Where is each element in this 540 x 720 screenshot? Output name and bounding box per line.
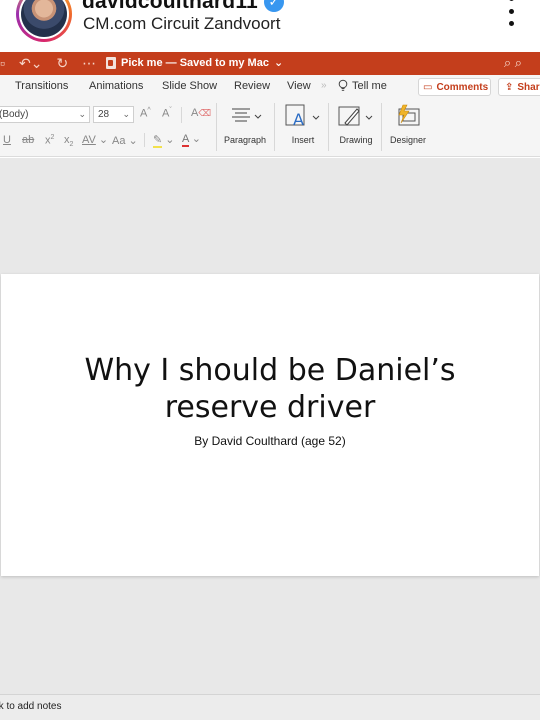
- insert-label: Insert: [291, 135, 315, 145]
- comments-button[interactable]: ▭ Comments: [418, 78, 491, 96]
- app-titlebar: ▫ ↶⌄ ↻ ⋯ Pick me — Saved to my Mac ⌄ ⌕ ⌕: [0, 52, 540, 75]
- story-ring[interactable]: [16, 0, 72, 42]
- powerpoint-doc-icon: [106, 56, 116, 69]
- chevron-down-icon: ⌄: [78, 109, 86, 119]
- lightbulb-icon: [338, 79, 348, 91]
- drawing-pen-icon: [337, 103, 375, 129]
- designer-label: Designer: [390, 135, 427, 145]
- divider: [328, 103, 329, 151]
- designer-button[interactable]: Designer: [390, 103, 426, 145]
- document-title-text: Pick me — Saved to my Mac: [121, 56, 269, 69]
- overflow-chevron-icon[interactable]: »: [321, 80, 327, 91]
- insert-button[interactable]: A Insert: [284, 103, 322, 145]
- save-icon[interactable]: ▫: [0, 55, 5, 72]
- redo-icon[interactable]: ↻: [56, 55, 68, 72]
- comment-icon: ▭: [423, 81, 433, 93]
- ribbon-tabs: Transitions Animations Slide Show Review…: [0, 75, 540, 99]
- notes-placeholder: Click to add notes: [0, 701, 62, 712]
- underline-icon[interactable]: U: [3, 134, 11, 146]
- decrease-font-size-icon[interactable]: Aˇ: [162, 107, 172, 120]
- divider: [274, 103, 275, 151]
- change-case-icon[interactable]: Aa ⌄: [112, 134, 138, 147]
- notes-pane[interactable]: Click to add notes: [0, 694, 540, 720]
- superscript-icon[interactable]: x2: [45, 134, 54, 147]
- undo-icon[interactable]: ↶⌄: [19, 55, 42, 72]
- username-row: davidcoulthard11 ✓: [82, 0, 284, 14]
- document-title[interactable]: Pick me — Saved to my Mac ⌄: [106, 56, 283, 69]
- slide-canvas[interactable]: Why I should be Daniel’s reserve driver …: [0, 158, 540, 694]
- slide-title-line-2: reserve driver: [164, 390, 376, 425]
- character-spacing-icon[interactable]: AV ⌄: [82, 133, 108, 146]
- post-location[interactable]: CM.com Circuit Zandvoort: [83, 14, 280, 34]
- paragraph-align-icon: [228, 103, 262, 129]
- divider: [144, 133, 145, 147]
- more-vertical-icon[interactable]: [504, 0, 518, 26]
- avatar-photo: [21, 0, 67, 37]
- svg-text:A: A: [293, 110, 304, 129]
- tab-slide-show[interactable]: Slide Show: [162, 80, 217, 92]
- paragraph-button[interactable]: Paragraph: [224, 103, 266, 145]
- share-label: Share: [517, 81, 540, 93]
- slide-title[interactable]: Why I should be Daniel’s reserve driver: [1, 352, 539, 426]
- highlight-pen-icon[interactable]: ✎ ⌄: [153, 133, 175, 148]
- drawing-button[interactable]: Drawing: [337, 103, 375, 145]
- divider: [216, 103, 217, 151]
- font-name-value: (Body): [0, 109, 29, 120]
- slide-subtitle[interactable]: By David Coulthard (age 52): [1, 434, 539, 448]
- username[interactable]: davidcoulthard11: [82, 0, 258, 14]
- avatar[interactable]: [19, 0, 69, 39]
- tab-view[interactable]: View: [287, 80, 311, 92]
- paragraph-label: Paragraph: [224, 135, 267, 145]
- search-icon[interactable]: ⌕ ⌕: [504, 55, 522, 71]
- tab-review[interactable]: Review: [234, 80, 270, 92]
- font-color-icon[interactable]: A ⌄: [182, 132, 201, 147]
- comments-label: Comments: [436, 81, 489, 93]
- share-icon: ⇪: [505, 81, 514, 93]
- tell-me-search[interactable]: Tell me: [338, 79, 387, 92]
- slide[interactable]: Why I should be Daniel’s reserve driver …: [1, 274, 539, 576]
- insert-textbox-icon: A: [284, 103, 322, 129]
- ribbon-toolbar: (Body) ⌄ 28 ⌄ A^ Aˇ A⌫ U ab x2 x2 AV ⌄ A…: [0, 99, 540, 157]
- post-header: davidcoulthard11 ✓ CM.com Circuit Zandvo…: [0, 0, 540, 52]
- drawing-label: Drawing: [339, 135, 373, 145]
- clear-formatting-icon[interactable]: A⌫: [191, 107, 211, 119]
- share-button[interactable]: ⇪ Share: [498, 78, 540, 96]
- tab-transitions[interactable]: Transitions: [15, 80, 68, 92]
- tab-animations[interactable]: Animations: [89, 80, 143, 92]
- more-horizontal-icon[interactable]: ⋯: [82, 55, 96, 72]
- strikethrough-icon[interactable]: ab: [22, 134, 34, 146]
- font-name-select[interactable]: (Body) ⌄: [0, 106, 90, 123]
- font-size-select[interactable]: 28 ⌄: [93, 106, 134, 123]
- slide-title-line-1: Why I should be Daniel’s: [84, 353, 456, 388]
- verified-badge-icon: ✓: [263, 0, 284, 12]
- quick-access-toolbar: ▫ ↶⌄ ↻ ⋯: [0, 55, 96, 72]
- increase-font-size-icon[interactable]: A^: [140, 107, 151, 120]
- font-size-value: 28: [98, 109, 110, 120]
- chevron-down-icon: ⌄: [273, 57, 284, 69]
- designer-icon: [393, 103, 423, 129]
- tell-me-label: Tell me: [352, 79, 387, 92]
- divider: [181, 107, 182, 123]
- chevron-down-icon: ⌄: [122, 109, 130, 119]
- subscript-icon[interactable]: x2: [64, 134, 73, 148]
- divider: [381, 103, 382, 151]
